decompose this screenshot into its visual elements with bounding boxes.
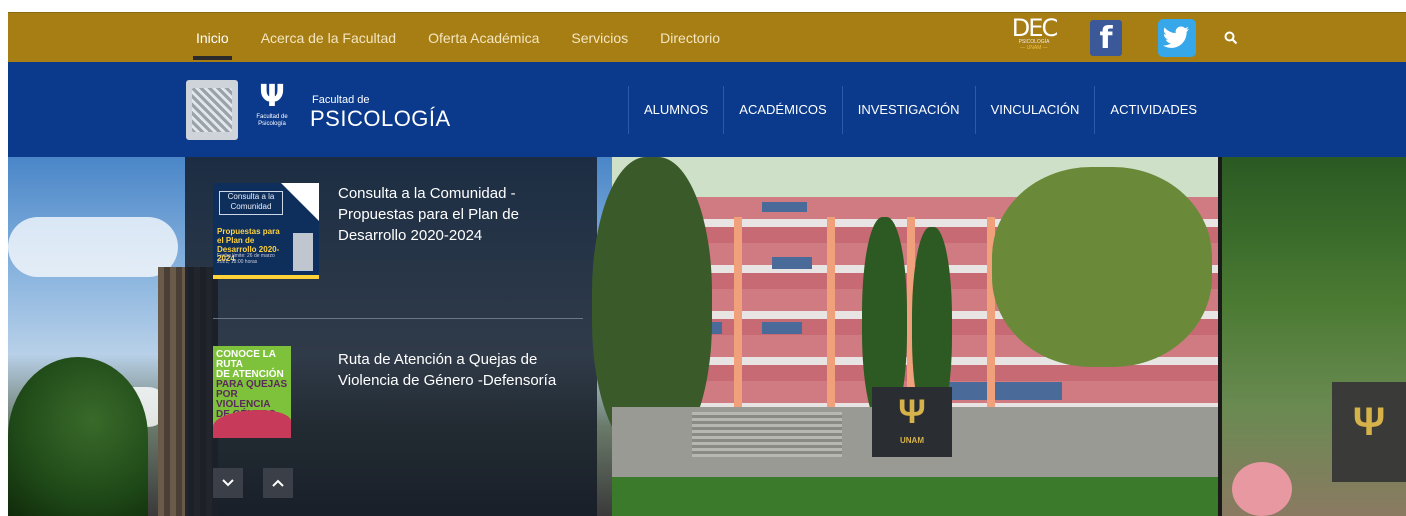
search-icon[interactable] [1224, 31, 1238, 45]
chevron-up-icon [272, 479, 284, 487]
top-nav-acerca[interactable]: Acerca de la Facultad [258, 30, 399, 46]
scroll-up-button[interactable] [263, 468, 293, 498]
nav-vinculacion[interactable]: VINCULACIÓN [974, 86, 1095, 134]
psi-sign: Ψ [1332, 382, 1406, 482]
unam-logo[interactable] [186, 80, 238, 140]
main-header: Ψ Facultad de Psicología Facultad de PSI… [8, 62, 1406, 157]
social-links: DEC PSICOLOGÍA — UNAM — f [1008, 13, 1238, 63]
dec-logo[interactable]: DEC PSICOLOGÍA — UNAM — [1008, 14, 1060, 59]
news-thumbnail[interactable]: CONOCE LA RUTA DE ATENCIÓN PARA QUEJAS P… [213, 346, 291, 438]
scroll-down-button[interactable] [213, 468, 243, 498]
news-item[interactable]: Consulta a la Comunidad Propuestas para … [213, 183, 583, 283]
nav-investigacion[interactable]: INVESTIGACIÓN [841, 86, 975, 134]
top-bar: Inicio Acerca de la Facultad Oferta Acad… [8, 12, 1406, 63]
hero-section: Consulta a la Comunidad Propuestas para … [8, 157, 1406, 516]
thumb-box-text: Consulta a la Comunidad [219, 191, 283, 215]
top-nav-oferta[interactable]: Oferta Académica [425, 30, 542, 46]
news-title[interactable]: Ruta de Atención a Quejas de Violencia d… [338, 349, 578, 391]
psi-icon: Ψ [259, 79, 285, 114]
news-thumbnail[interactable]: Consulta a la Comunidad Propuestas para … [213, 183, 319, 279]
news-divider [213, 318, 583, 319]
news-item[interactable]: CONOCE LA RUTA DE ATENCIÓN PARA QUEJAS P… [213, 346, 583, 442]
nav-actividades[interactable]: ACTIVIDADES [1094, 86, 1212, 134]
top-nav-directorio[interactable]: Directorio [657, 30, 723, 46]
news-panel: Consulta a la Comunidad Propuestas para … [185, 157, 597, 516]
top-nav-servicios[interactable]: Servicios [568, 30, 631, 46]
nav-academicos[interactable]: ACADÉMICOS [723, 86, 841, 134]
campus-photo-right: Ψ [1222, 157, 1406, 516]
nav-alumnos[interactable]: ALUMNOS [628, 86, 723, 134]
facultad-de-label: Facultad de [312, 94, 370, 106]
twitter-icon[interactable] [1158, 19, 1196, 57]
unam-emblem-icon [293, 233, 313, 271]
unam-sign: Ψ UNAM [872, 387, 952, 457]
facultad-name[interactable]: PSICOLOGÍA [310, 106, 451, 132]
top-nav-inicio[interactable]: Inicio [193, 30, 232, 60]
main-nav: ALUMNOS ACADÉMICOS INVESTIGACIÓN VINCULA… [628, 86, 1212, 134]
facultad-logo-label: Facultad de Psicología [256, 114, 288, 127]
news-title[interactable]: Consulta a la Comunidad - Propuestas par… [338, 183, 578, 246]
facultad-logo[interactable]: Ψ Facultad de Psicología [244, 80, 300, 140]
dec-logo-unam: — UNAM — [1020, 45, 1048, 51]
chevron-down-icon [222, 479, 234, 487]
facebook-icon[interactable]: f [1090, 20, 1122, 56]
thumb-date: Fecha límite: 26 de marzo 2021, 18:00 ho… [217, 253, 275, 265]
dec-logo-text: DEC [1011, 14, 1058, 42]
campus-photo-main: Ψ UNAM [592, 157, 1218, 516]
top-nav: Inicio Acerca de la Facultad Oferta Acad… [193, 13, 749, 63]
